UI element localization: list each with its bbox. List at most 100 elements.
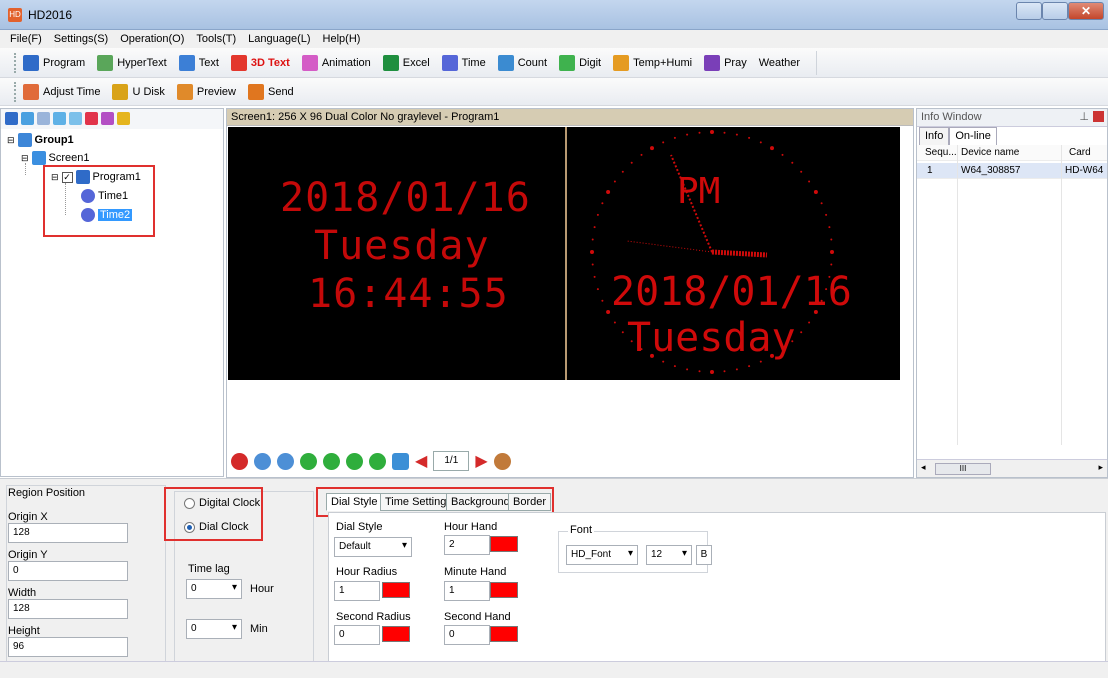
- digit-button[interactable]: Digit: [559, 54, 601, 71]
- close-pane-icon[interactable]: [1093, 111, 1104, 122]
- adjust-time-button[interactable]: Adjust Time: [23, 83, 100, 100]
- minute-tick: [791, 161, 794, 164]
- hour-hand-input[interactable]: 2: [444, 535, 490, 555]
- tab-info[interactable]: Info: [919, 127, 950, 145]
- animation-icon: [301, 54, 318, 71]
- check-icon[interactable]: [101, 112, 114, 125]
- program-icon: [23, 54, 39, 71]
- second-radius-input[interactable]: 0: [334, 625, 380, 645]
- tree-node-screen[interactable]: ⊟ Screen1: [21, 151, 90, 165]
- width-input[interactable]: 128: [8, 599, 128, 619]
- count-icon: [497, 54, 514, 71]
- column-header[interactable]: Device name: [961, 147, 1019, 158]
- copy-icon[interactable]: [37, 112, 50, 125]
- tree-toolbar: [1, 109, 223, 129]
- table-row[interactable]: 1 W64_308857 HD-W64: [917, 163, 1107, 179]
- hour-hand-color[interactable]: [490, 536, 518, 552]
- column-header[interactable]: Sequ...: [925, 147, 957, 158]
- menu-tools[interactable]: Tools(T): [196, 33, 236, 45]
- u-disk-button[interactable]: U Disk: [112, 83, 165, 100]
- minute-tick: [593, 226, 596, 229]
- menu-operation[interactable]: Operation(O): [120, 33, 184, 45]
- preview-button[interactable]: Preview: [176, 83, 236, 100]
- collapse-icon[interactable]: ⊟: [21, 153, 29, 164]
- font-select[interactable]: HD_Font: [566, 545, 638, 565]
- second-hand-color[interactable]: [490, 626, 518, 642]
- weather-button[interactable]: Weather: [759, 57, 800, 69]
- origin-y-input[interactable]: 0: [8, 561, 128, 581]
- temp-humi-button[interactable]: Temp+Humi: [613, 54, 692, 71]
- tree-node-group[interactable]: ⊟ Group1: [7, 133, 74, 147]
- hour-radius-color[interactable]: [382, 582, 410, 598]
- scroll-left-icon[interactable]: ◂: [921, 462, 926, 473]
- hour-lag-select[interactable]: 0: [186, 579, 242, 599]
- preview-icon: [176, 83, 193, 100]
- send-button[interactable]: Send: [247, 83, 294, 100]
- time-label: Time: [461, 56, 486, 69]
- digital-day: Tuesday: [314, 223, 490, 269]
- search-icon[interactable]: [117, 112, 130, 125]
- prev-page-icon[interactable]: ◀: [415, 451, 427, 471]
- count-button[interactable]: Count: [497, 54, 547, 71]
- preview-panel: Screen1: 256 X 96 Dual Color No grayleve…: [226, 108, 914, 478]
- u-disk-icon: [112, 83, 129, 100]
- scroll-right-icon[interactable]: ▸: [1098, 462, 1103, 473]
- menu-language[interactable]: Language(L): [248, 33, 310, 45]
- digital-date: 2018/01/16: [280, 175, 531, 221]
- pray-button[interactable]: Pray: [704, 54, 747, 71]
- bold-button[interactable]: B: [696, 545, 712, 565]
- program-button[interactable]: Program: [23, 54, 86, 71]
- move-left-icon[interactable]: [300, 452, 317, 470]
- minimize-button[interactable]: [1016, 2, 1042, 20]
- move-up-icon[interactable]: [346, 452, 363, 470]
- move-right-icon[interactable]: [323, 452, 340, 470]
- hypertext-button[interactable]: HyperText: [97, 54, 167, 71]
- delete-icon[interactable]: [85, 112, 98, 125]
- zoom-in-icon[interactable]: [254, 452, 271, 470]
- pause-icon[interactable]: [231, 452, 248, 470]
- menu-settings[interactable]: Settings(S): [54, 33, 108, 45]
- height-input[interactable]: 96: [8, 637, 128, 657]
- settings-gear-icon[interactable]: [493, 452, 511, 470]
- new-group-icon[interactable]: [5, 112, 18, 125]
- font-size-select[interactable]: 12: [646, 545, 692, 565]
- dial-style-select[interactable]: Default: [334, 537, 412, 557]
- 3d-text-button[interactable]: 3D Text: [230, 54, 290, 71]
- time-button[interactable]: Time: [441, 54, 486, 71]
- maximize-button[interactable]: [1042, 2, 1068, 20]
- hour-radius-input[interactable]: 1: [334, 581, 380, 601]
- move-up-icon[interactable]: [53, 112, 66, 125]
- animation-button[interactable]: Animation: [301, 54, 371, 71]
- program-label: Program: [43, 56, 86, 69]
- new-screen-icon[interactable]: [21, 112, 34, 125]
- minute-tick: [613, 180, 616, 183]
- column-header[interactable]: Card: [1069, 147, 1091, 158]
- zoom-out-icon[interactable]: [277, 452, 294, 470]
- minute-tick: [640, 153, 643, 156]
- move-down-icon[interactable]: [369, 452, 386, 470]
- second-hand-input[interactable]: 0: [444, 625, 490, 645]
- pin-icon[interactable]: ⊥: [1079, 110, 1089, 123]
- move-all-icon[interactable]: [392, 452, 409, 470]
- next-page-icon[interactable]: ▶: [475, 451, 487, 471]
- preview-controls: ◀ 1/1 ▶: [227, 445, 913, 477]
- minute-hand-color[interactable]: [490, 582, 518, 598]
- hour-tick: [710, 370, 714, 374]
- toolbar-grip: [14, 52, 17, 73]
- minute-hand-input[interactable]: 1: [444, 581, 490, 601]
- collapse-icon[interactable]: ⊟: [7, 135, 15, 146]
- tree-line: [25, 163, 26, 175]
- close-button[interactable]: ✕: [1068, 2, 1104, 20]
- origin-x-input[interactable]: 128: [8, 523, 128, 543]
- scroll-thumb[interactable]: III: [935, 463, 991, 475]
- tab-online[interactable]: On-line: [949, 127, 997, 145]
- move-down-icon[interactable]: [69, 112, 82, 125]
- minute-tick: [735, 133, 738, 136]
- menu-help[interactable]: Help(H): [323, 33, 361, 45]
- menu-file[interactable]: File(F): [10, 33, 42, 45]
- second-radius-color[interactable]: [382, 626, 410, 642]
- minute-lag-select[interactable]: 0: [186, 619, 242, 639]
- excel-button[interactable]: Excel: [382, 54, 430, 71]
- horizontal-scrollbar[interactable]: ◂ III ▸: [917, 459, 1107, 477]
- text-button[interactable]: Text: [178, 54, 219, 71]
